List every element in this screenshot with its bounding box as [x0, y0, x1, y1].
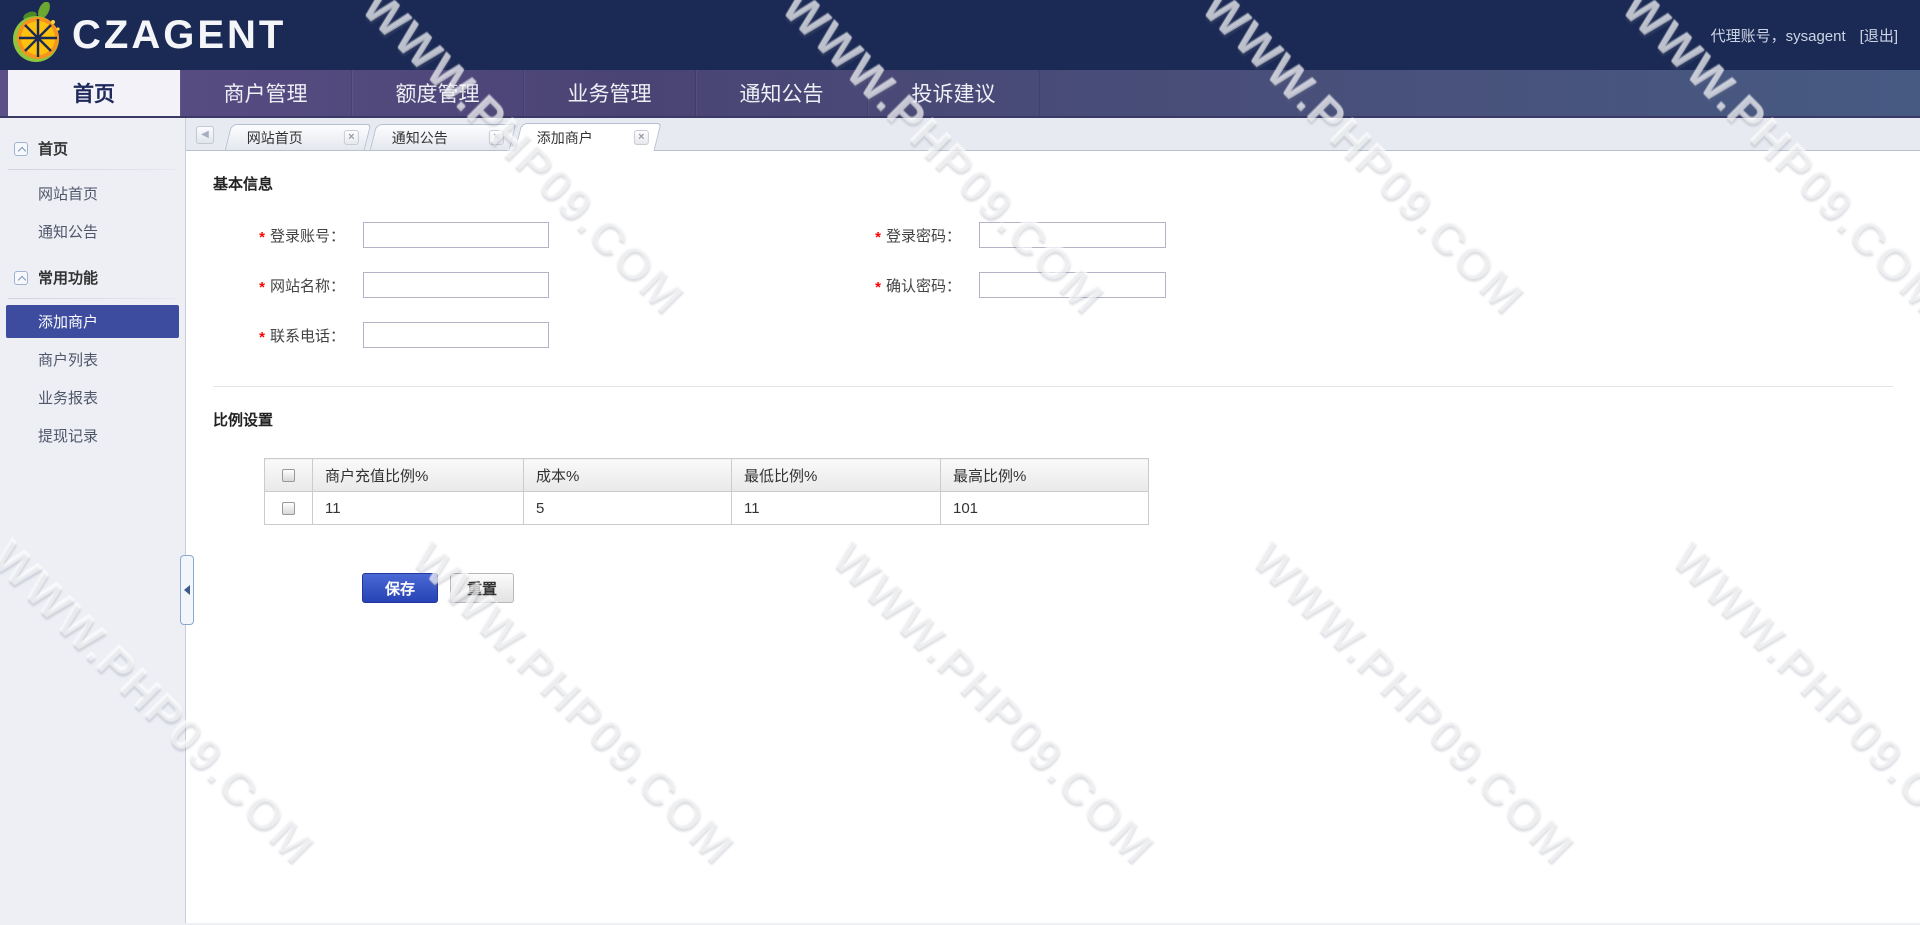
- required-mark: *: [875, 228, 881, 246]
- nav-item-complaints[interactable]: 投诉建议: [868, 70, 1040, 116]
- divider: [8, 169, 177, 170]
- select-all-checkbox[interactable]: [282, 469, 295, 483]
- collapse-icon[interactable]: [14, 141, 28, 156]
- required-mark: *: [259, 328, 265, 346]
- confirm-password-input[interactable]: [979, 272, 1166, 298]
- cell-cost: 5: [523, 491, 732, 525]
- reset-button[interactable]: 重置: [450, 573, 514, 603]
- ratio-table-header-row: 商户充值比例% 成本% 最低比例% 最高比例%: [264, 458, 1149, 492]
- sidebar-section-home: 首页: [0, 130, 185, 167]
- login-account-input[interactable]: [363, 222, 549, 248]
- ratio-table-row: 11 5 11 101: [264, 491, 1149, 525]
- field-label-login-account: * 登录账号：: [186, 210, 345, 260]
- tab-site-home[interactable]: 网站首页 ×: [224, 124, 372, 150]
- main-nav: 首页 商户管理 额度管理 业务管理 通知公告 投诉建议: [0, 70, 1920, 118]
- close-icon[interactable]: ×: [633, 130, 649, 145]
- close-icon[interactable]: ×: [488, 130, 504, 145]
- required-mark: *: [259, 278, 265, 296]
- tab-notices[interactable]: 通知公告 ×: [369, 124, 517, 150]
- sidebar-item-withdraw-records[interactable]: 提现记录: [0, 418, 185, 453]
- col-header-max-ratio: 最高比例%: [940, 458, 1149, 492]
- logo-title: CZAGENT: [72, 12, 287, 57]
- col-header-recharge-ratio: 商户充值比例%: [312, 458, 524, 492]
- field-label-confirm-password: * 确认密码：: [567, 260, 961, 310]
- section-title-basic-info: 基本信息: [213, 176, 274, 193]
- tab-label: 网站首页: [246, 129, 303, 146]
- sidebar-item-site-home[interactable]: 网站首页: [0, 176, 185, 211]
- cell-recharge-ratio: 11: [312, 491, 524, 525]
- close-icon[interactable]: ×: [343, 130, 359, 145]
- sidebar-section-title: 常用功能: [38, 270, 99, 287]
- required-mark: *: [259, 228, 265, 246]
- site-name-input[interactable]: [363, 272, 549, 298]
- field-label-login-password: * 登录密码：: [567, 210, 961, 260]
- field-label-text: 登录账号：: [269, 227, 345, 245]
- nav-item-business-mgmt[interactable]: 业务管理: [524, 70, 696, 116]
- col-header-min-ratio: 最低比例%: [731, 458, 941, 492]
- tab-label: 添加商户: [536, 129, 593, 146]
- sidebar-item-business-report[interactable]: 业务报表: [0, 380, 185, 415]
- nav-item-quota-mgmt[interactable]: 额度管理: [352, 70, 524, 116]
- nav-item-merchant-mgmt[interactable]: 商户管理: [180, 70, 352, 116]
- collapse-icon[interactable]: [14, 270, 28, 285]
- section-title-ratio-settings: 比例设置: [213, 412, 274, 429]
- tab-add-merchant[interactable]: 添加商户 ×: [514, 123, 662, 151]
- contact-phone-input[interactable]: [363, 322, 549, 348]
- tab-scroll-left-icon[interactable]: ◀: [196, 126, 214, 144]
- nav-item-notices[interactable]: 通知公告: [696, 70, 868, 116]
- form-actions: 保存 重置: [362, 573, 1920, 603]
- col-header-cost: 成本%: [523, 458, 732, 492]
- field-label-contact-phone: * 联系电话：: [186, 310, 345, 360]
- sidebar-item-notices[interactable]: 通知公告: [0, 214, 185, 249]
- login-password-input[interactable]: [979, 222, 1166, 248]
- required-mark: *: [875, 278, 881, 296]
- orange-fruit-logo-icon: [8, 1, 66, 69]
- sidebar-collapse-handle[interactable]: [180, 555, 194, 625]
- content-panel: 基本信息 * 登录账号： * 登录密码： * 网站名称： * 确认密码： * 联…: [186, 150, 1920, 923]
- divider: [8, 298, 177, 299]
- nav-item-home[interactable]: 首页: [8, 70, 180, 116]
- logout-link[interactable]: [退出]: [1860, 25, 1898, 46]
- sidebar-section-common: 常用功能: [0, 259, 185, 296]
- field-label-text: 网站名称：: [269, 277, 345, 295]
- cell-max-ratio: 101: [940, 491, 1149, 525]
- section-divider: [213, 386, 1893, 387]
- sidebar-item-merchant-list[interactable]: 商户列表: [0, 342, 185, 377]
- field-label-site-name: * 网站名称：: [186, 260, 345, 310]
- tab-label: 通知公告: [391, 129, 448, 146]
- cell-min-ratio: 11: [731, 491, 941, 525]
- open-tabs-bar: ◀ 网站首页 × 通知公告 × 添加商户 ×: [186, 118, 1920, 151]
- app-header: CZAGENT 代理账号，sysagent [退出]: [0, 0, 1920, 70]
- basic-info-form: * 登录账号： * 登录密码： * 网站名称： * 确认密码： * 联系电话：: [186, 210, 1920, 360]
- ratio-table: 商户充值比例% 成本% 最低比例% 最高比例% 11 5 11 101: [264, 458, 1149, 525]
- sidebar: 首页 网站首页 通知公告 常用功能 添加商户 商户列表 业务报表 提现记录: [0, 118, 186, 923]
- sidebar-item-add-merchant[interactable]: 添加商户: [6, 305, 179, 338]
- row-checkbox[interactable]: [282, 502, 295, 516]
- field-label-text: 确认密码：: [885, 277, 961, 295]
- sidebar-section-title: 首页: [38, 141, 69, 158]
- field-label-text: 联系电话：: [269, 327, 345, 345]
- save-button[interactable]: 保存: [362, 573, 438, 603]
- account-info: 代理账号，sysagent: [1710, 27, 1846, 45]
- field-label-text: 登录密码：: [885, 227, 961, 245]
- app-logo: CZAGENT: [0, 1, 287, 69]
